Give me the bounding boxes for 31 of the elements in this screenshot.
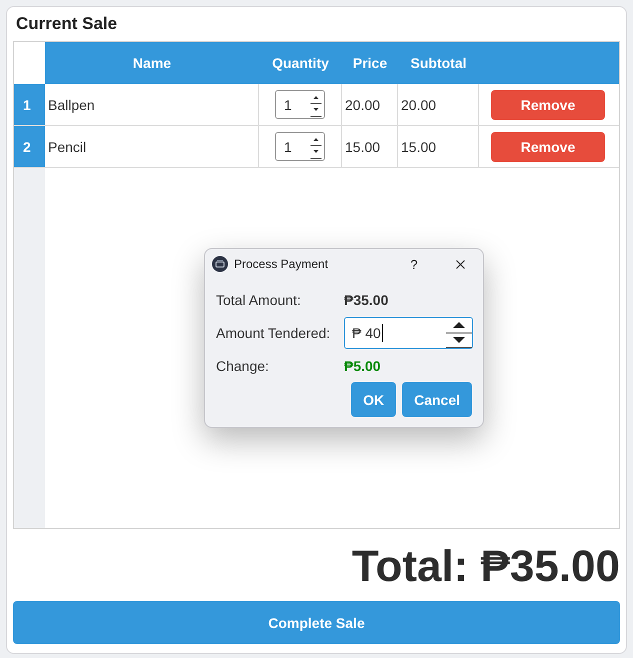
table-cell: 15.00 xyxy=(342,126,398,167)
amount-value: ₱35.00 xyxy=(344,292,388,308)
change-value: ₱5.00 xyxy=(344,358,381,374)
table-cell: 15.00 xyxy=(398,126,479,167)
table-cell: Ballpen xyxy=(45,84,259,125)
field-label: Total Amount: xyxy=(216,292,301,308)
row-header[interactable]: 1 xyxy=(14,84,45,125)
column-header[interactable]: Subtotal xyxy=(398,42,479,84)
text-cursor-icon xyxy=(382,324,383,342)
complete-sale-button[interactable]: Complete Sale xyxy=(13,601,620,644)
field-label: Change: xyxy=(216,358,269,374)
table-cell: 20.00 xyxy=(398,84,479,125)
row-header[interactable]: 2 xyxy=(14,126,45,167)
quantity-spinbox[interactable]: 1 xyxy=(275,132,325,161)
amount-input-field[interactable]: ₱ 40 xyxy=(344,317,473,349)
column-header[interactable]: Price xyxy=(342,42,398,84)
remove-button[interactable]: Remove xyxy=(491,132,605,162)
dialog-title: Process Payment xyxy=(234,257,330,271)
app-logo-icon xyxy=(212,256,228,272)
table-cell: 20.00 xyxy=(342,84,398,125)
table-cell: Pencil xyxy=(45,126,259,167)
remove-button[interactable]: Remove xyxy=(491,90,605,120)
cancel-button[interactable]: Cancel xyxy=(402,382,472,417)
field-label: Amount Tendered: xyxy=(216,325,330,341)
help-button[interactable]: ? xyxy=(391,249,437,279)
column-header[interactable]: Quantity xyxy=(259,42,342,84)
quantity-spinbox[interactable]: 1 xyxy=(275,90,325,119)
column-header[interactable]: Name xyxy=(45,42,259,84)
ok-button[interactable]: OK xyxy=(351,382,396,417)
panel-title: Current Sale xyxy=(16,13,118,35)
sale-total: Total: ₱35.00 xyxy=(352,545,620,589)
